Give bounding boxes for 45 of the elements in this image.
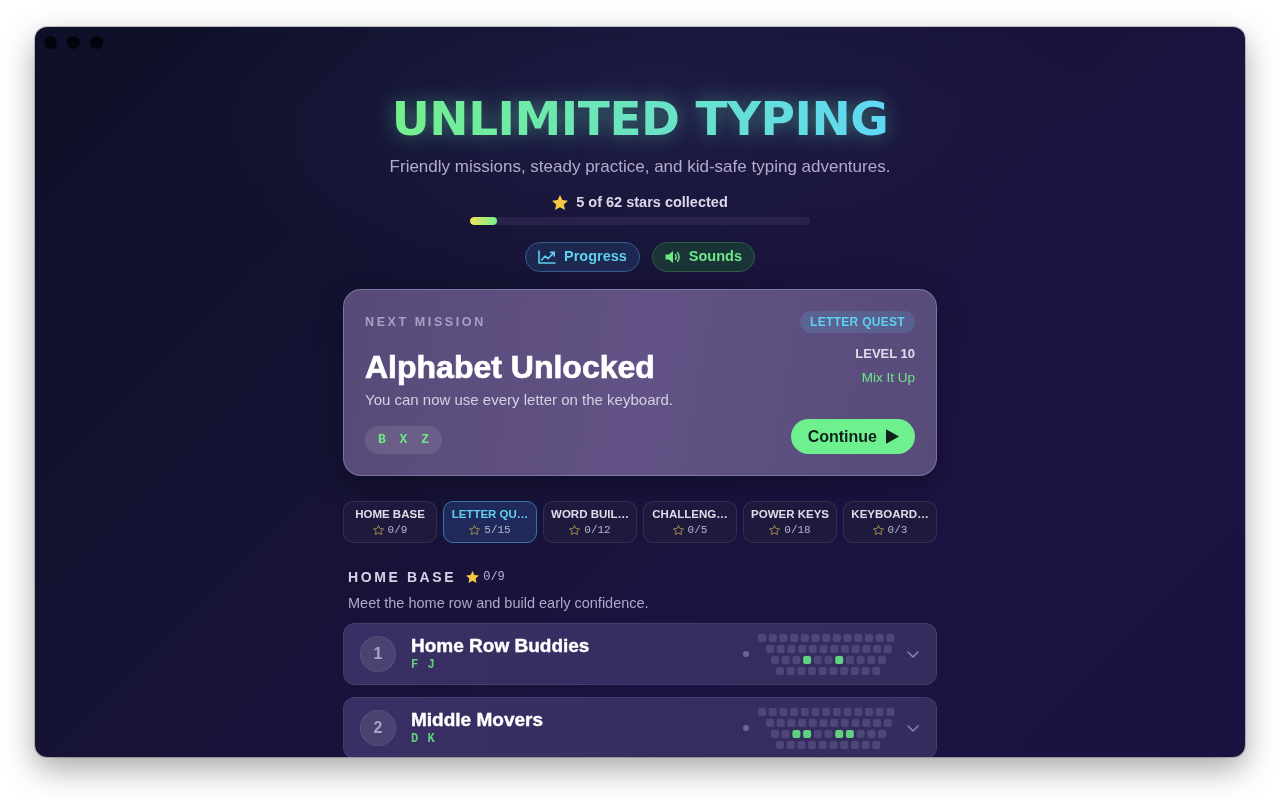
lesson-number: 1 <box>360 636 396 672</box>
chevron-down-icon[interactable] <box>907 724 919 732</box>
star-outline-icon <box>372 525 384 535</box>
section-description: Meet the home row and build early confidence. <box>348 594 650 613</box>
category-tab[interactable]: CHALLENG… 0/5 <box>643 501 737 543</box>
star-outline-icon <box>872 525 884 535</box>
mission-mode: Mix It Up <box>861 369 915 387</box>
mission-description: You can now use every letter on the keyboard. <box>365 390 673 410</box>
category-tab[interactable]: KEYBOARD… 0/3 <box>843 501 937 543</box>
play-icon <box>886 429 899 444</box>
lesson-row[interactable]: 1 Home Row Buddies F J <box>343 623 937 685</box>
mission-title: Alphabet Unlocked <box>365 348 656 386</box>
category-tab[interactable]: POWER KEYS 0/18 <box>743 501 837 543</box>
lesson-number: 2 <box>360 710 396 746</box>
continue-button[interactable]: Continue <box>790 419 915 454</box>
stars-summary: 5 of 62 stars collected <box>576 193 728 212</box>
speaker-icon <box>664 250 681 264</box>
window-control-icon[interactable] <box>90 36 103 49</box>
line-chart-icon <box>537 250 556 264</box>
star-outline-icon <box>769 525 781 535</box>
mission-level: LEVEL 10 <box>855 345 915 363</box>
lesson-title: Home Row Buddies <box>411 635 590 657</box>
lesson-title: Middle Movers <box>411 709 543 731</box>
window-control-icon[interactable] <box>67 36 80 49</box>
category-tab[interactable]: WORD BUIL… 0/12 <box>543 501 637 543</box>
progress-button[interactable]: Progress <box>524 242 640 272</box>
section-title: HOME BASE <box>348 568 457 587</box>
category-tab[interactable]: LETTER QU… 5/15 <box>443 501 537 543</box>
card-eyebrow: NEXT MISSION <box>365 314 487 331</box>
lesson-keys: D K <box>411 732 435 747</box>
star-outline-icon <box>569 525 581 535</box>
category-tag: LETTER QUEST <box>800 311 915 333</box>
lesson-row[interactable]: 2 Middle Movers D K <box>343 697 937 757</box>
lesson-keys: F J <box>411 658 435 673</box>
star-outline-icon <box>469 525 481 535</box>
chevron-down-icon[interactable] <box>907 650 919 658</box>
app-subtitle: Friendly missions, steady practice, and kid-safe typing adventures. <box>389 156 891 178</box>
category-tab[interactable]: HOME BASE 0/9 <box>343 501 437 543</box>
star-outline-icon <box>672 525 684 535</box>
star-icon <box>552 194 569 210</box>
star-icon <box>466 571 480 583</box>
window-control-icon[interactable] <box>44 36 57 49</box>
section-score: 0/9 <box>483 569 505 586</box>
key-chip: B X Z <box>365 426 442 454</box>
sounds-button[interactable]: Sounds <box>651 242 755 272</box>
